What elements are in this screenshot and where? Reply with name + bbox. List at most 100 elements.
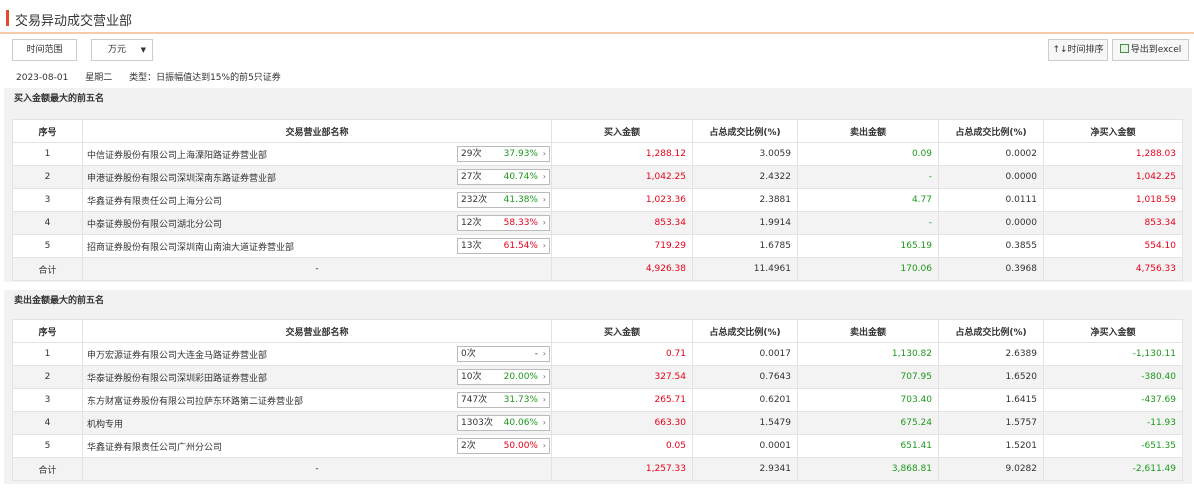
chevron-right-icon: › — [542, 395, 546, 404]
table-row[interactable]: 5 华鑫证券有限责任公司广州分公司 2次 50.00% › 0.05 0.0001 651.4… — [12, 434, 1183, 458]
branch-name-link[interactable]: 申港证券股份有限公司深圳深南东路证券营业部 — [87, 171, 276, 184]
col-header-buy: 买入金额 — [551, 119, 693, 143]
buy-top5-table: 序号 交易营业部名称 买入金额 占总成交比例(%) 卖出金额 占总成交比例(%)… — [12, 119, 1183, 281]
branch-name-link[interactable]: 招商证券股份有限公司深圳南山南油大道证券营业部 — [87, 240, 294, 253]
sell-ratio: 0.0111 — [938, 188, 1044, 212]
sell-amount: 651.41 — [797, 434, 939, 458]
branch-name-cell: 华泰证券股份有限公司深圳彩田路证券营业部 10次 20.00% › — [82, 365, 552, 389]
net-buy-amount: -437.69 — [1043, 388, 1183, 412]
buy-ratio: 0.6201 — [692, 388, 798, 412]
net-buy-amount: -651.35 — [1043, 434, 1183, 458]
branch-name-link[interactable]: 中泰证券股份有限公司湖北分公司 — [87, 217, 222, 230]
branch-name-link[interactable]: 华鑫证券有限责任公司上海分公司 — [87, 194, 222, 207]
total-label: 合计 — [12, 457, 83, 481]
branch-name-cell: 机构专用 1303次 40.06% › — [82, 411, 552, 435]
time-range-button[interactable]: 时间范围 — [12, 39, 77, 61]
sell-section-title: 卖出金额最大的前五名 — [4, 290, 1192, 312]
col-header-sell: 卖出金额 — [797, 119, 939, 143]
sell-amount: 675.24 — [797, 411, 939, 435]
total-row: 合计 -4,926.38 11.4961 170.06 0.3968 4,756.33 — [12, 257, 1183, 281]
branch-name-link[interactable]: 华泰证券股份有限公司深圳彩田路证券营业部 — [87, 371, 267, 384]
listing-count-box[interactable]: 1303次 40.06% › — [457, 415, 550, 431]
table-row[interactable]: 3 东方财富证券股份有限公司拉萨东环路第二证券营业部 747次 31.73% › 265.… — [12, 388, 1183, 412]
total-buy-amount: 1,257.33 — [551, 457, 693, 481]
listing-count-box[interactable]: 10次 20.00% › — [457, 369, 550, 385]
chevron-right-icon: › — [542, 149, 546, 158]
table-row[interactable]: 4 中泰证券股份有限公司湖北分公司 12次 58.33% › 853.34 1.9914-0… — [12, 211, 1183, 235]
listing-count: 232次 — [461, 195, 488, 205]
listing-rise-pct: 31.73% — [503, 395, 538, 405]
table-row[interactable]: 4 机构专用 1303次 40.06% › 663.30 1.5479 675.24 1.575… — [12, 411, 1183, 435]
branch-name-link[interactable]: 中信证券股份有限公司上海溧阳路证券营业部 — [87, 148, 267, 161]
branch-name-link[interactable]: 机构专用 — [87, 417, 123, 430]
buy-section-title: 买入金额最大的前五名 — [4, 88, 1192, 110]
export-excel-button[interactable]: 导出到excel — [1112, 39, 1189, 61]
buy-amount: 719.29 — [551, 234, 693, 258]
total-buy-ratio: 2.9341 — [692, 457, 798, 481]
unit-select-value: 万元 — [108, 45, 127, 55]
listing-count-box[interactable]: 2次 50.00% › — [457, 438, 550, 454]
listing-count-box[interactable]: 29次 37.93% › — [457, 146, 550, 162]
col-header-buy: 买入金额 — [551, 319, 693, 343]
col-header-sell-ratio: 占总成交比例(%) — [938, 319, 1044, 343]
table-row[interactable]: 2 申港证券股份有限公司深圳深南东路证券营业部 27次 40.74% › 1,042.25… — [12, 165, 1183, 189]
excel-icon — [1119, 44, 1129, 53]
total-buy-amount: 4,926.38 — [551, 257, 693, 281]
branch-name-cell: 招商证券股份有限公司深圳南山南油大道证券营业部 13次 61.54% › — [82, 234, 552, 258]
total-sell-ratio: 0.3968 — [938, 257, 1044, 281]
col-header-buy-ratio: 占总成交比例(%) — [692, 319, 798, 343]
branch-name-link[interactable]: 东方财富证券股份有限公司拉萨东环路第二证券营业部 — [87, 394, 303, 407]
net-buy-amount: -1,130.11 — [1043, 342, 1183, 366]
sell-amount: - — [797, 211, 939, 235]
info-date: 2023-08-01 — [16, 73, 69, 83]
col-header-index: 序号 — [12, 319, 83, 343]
buy-amount: 1,042.25 — [551, 165, 693, 189]
listing-count-box[interactable]: 27次 40.74% › — [457, 169, 550, 185]
table-row[interactable]: 1 申万宏源证券有限公司大连金马路证券营业部 0次 - › 0.71 0.0017 1,130… — [12, 342, 1183, 366]
chevron-right-icon: › — [542, 418, 546, 427]
table-header-row: 序号 交易营业部名称 买入金额 占总成交比例(%) 卖出金额 占总成交比例(%)… — [12, 319, 1183, 343]
col-header-index: 序号 — [12, 119, 83, 143]
sell-ratio: 0.0002 — [938, 142, 1044, 166]
col-header-buy-ratio: 占总成交比例(%) — [692, 119, 798, 143]
listing-rise-pct: 40.06% — [503, 418, 538, 428]
table-row[interactable]: 5 招商证券股份有限公司深圳南山南油大道证券营业部 13次 61.54% › 719.29… — [12, 234, 1183, 258]
listing-rise-pct: - — [534, 349, 538, 359]
listing-count-box[interactable]: 747次 31.73% › — [457, 392, 550, 408]
buy-ratio: 3.0059 — [692, 142, 798, 166]
time-sort-label: 时间排序 — [1067, 45, 1104, 55]
sell-amount: 707.95 — [797, 365, 939, 389]
col-header-net: 净买入金额 — [1043, 319, 1183, 343]
row-index: 3 — [12, 388, 83, 412]
listing-count-box[interactable]: 13次 61.54% › — [457, 238, 550, 254]
net-buy-amount: -380.40 — [1043, 365, 1183, 389]
row-index: 4 — [12, 211, 83, 235]
branch-name-cell: 华鑫证券有限责任公司上海分公司 232次 41.38% › — [82, 188, 552, 212]
branch-name-link[interactable]: 申万宏源证券有限公司大连金马路证券营业部 — [87, 348, 267, 361]
total-net-buy-amount: 4,756.33 — [1043, 257, 1183, 281]
branch-name-link[interactable]: 华鑫证券有限责任公司广州分公司 — [87, 440, 222, 453]
unit-select[interactable]: 万元 ▼ — [91, 39, 153, 61]
buy-amount: 327.54 — [551, 365, 693, 389]
table-row[interactable]: 1 中信证券股份有限公司上海溧阳路证券营业部 29次 37.93% › 1,288.12 3… — [12, 142, 1183, 166]
table-row[interactable]: 2 华泰证券股份有限公司深圳彩田路证券营业部 10次 20.00% › 327.54 0.7… — [12, 365, 1183, 389]
time-sort-button[interactable]: ↑↓时间排序 — [1048, 39, 1108, 61]
sell-ratio: 0.0000 — [938, 165, 1044, 189]
col-header-net: 净买入金额 — [1043, 119, 1183, 143]
page-title: 交易异动成交营业部 — [15, 14, 133, 29]
sell-amount: 703.40 — [797, 388, 939, 412]
total-sell-amount: 170.06 — [797, 257, 939, 281]
chevron-right-icon: › — [542, 441, 546, 450]
sell-ratio: 1.6520 — [938, 365, 1044, 389]
branch-name-cell: 华鑫证券有限责任公司广州分公司 2次 50.00% › — [82, 434, 552, 458]
branch-name-cell: 中信证券股份有限公司上海溧阳路证券营业部 29次 37.93% › — [82, 142, 552, 166]
table-row[interactable]: 3 华鑫证券有限责任公司上海分公司 232次 41.38% › 1,023.36 2.388… — [12, 188, 1183, 212]
sell-amount: 0.09 — [797, 142, 939, 166]
buy-ratio: 1.6785 — [692, 234, 798, 258]
listing-count-box[interactable]: 0次 - › — [457, 346, 550, 362]
total-label: 合计 — [12, 257, 83, 281]
buy-ratio: 0.7643 — [692, 365, 798, 389]
listing-count-box[interactable]: 232次 41.38% › — [457, 192, 550, 208]
title-accent-bar — [6, 10, 9, 26]
listing-count-box[interactable]: 12次 58.33% › — [457, 215, 550, 231]
